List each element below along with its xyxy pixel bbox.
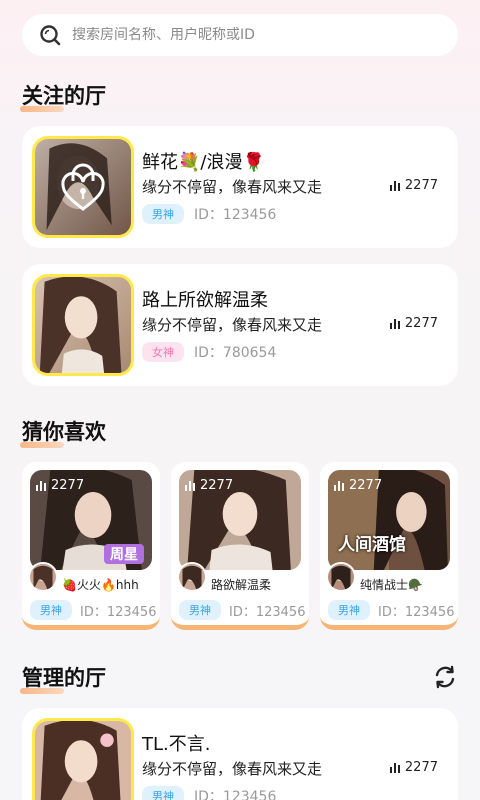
section-title-guess: 猜你喜欢 — [20, 416, 106, 448]
avatar — [326, 562, 356, 592]
room-id: ID：780654 — [194, 345, 277, 361]
room-card[interactable]: TL.不言. 缘分不停留，像春风来又走 男神 ID：123456 2277 — [22, 708, 458, 800]
room-cover — [32, 274, 134, 376]
heat-count: 2277 — [389, 178, 438, 193]
search-icon — [40, 25, 61, 46]
search-input[interactable] — [72, 27, 412, 43]
signal-bars-icon — [36, 480, 46, 491]
signal-bars-icon — [334, 480, 344, 491]
room-id: ID：123456 — [194, 789, 277, 800]
heat-count: 2277 — [389, 760, 438, 775]
recommend-card[interactable]: 2277 周星 🍓火火🔥hhh 男神 ID：123456 — [22, 462, 160, 630]
signal-bars-icon — [389, 318, 400, 329]
room-name: 路上所欲解温柔 — [142, 290, 268, 311]
cover-title: 人间酒馆 — [338, 535, 406, 555]
refresh-icon[interactable] — [432, 664, 458, 690]
room-meta: 男神 ID：123456 — [179, 600, 305, 620]
gender-tag: 女神 — [142, 342, 184, 362]
heat-count: 2277 — [389, 316, 438, 331]
room-id: ID：123456 — [378, 604, 455, 620]
signal-bars-icon — [389, 180, 400, 191]
heat-count: 2277 — [334, 478, 382, 493]
room-desc: 缘分不停留，像春风来又走 — [142, 178, 323, 196]
badge-overlay: 周星 — [104, 544, 144, 564]
section-title-followed: 关注的厅 — [20, 80, 106, 112]
room-name: TL.不言. — [142, 734, 211, 755]
heat-count: 2277 — [36, 478, 84, 493]
room-id: ID：123456 — [194, 207, 277, 223]
gender-tag: 男神 — [328, 600, 370, 620]
room-meta: 男神 ID：123456 — [30, 600, 156, 620]
recommend-cover: 2277 周星 — [30, 470, 152, 570]
avatar — [177, 562, 207, 592]
room-desc: 缘分不停留，像春风来又走 — [142, 316, 323, 334]
gender-tag: 男神 — [142, 204, 184, 224]
gender-tag: 男神 — [142, 786, 184, 800]
recommend-card[interactable]: 2277 人间酒馆 纯情战士🪖 男神 ID：123456 — [320, 462, 458, 630]
room-cover — [32, 718, 134, 800]
signal-bars-icon — [185, 480, 195, 491]
room-card[interactable]: 鲜花💐/浪漫🌹 缘分不停留，像春风来又走 男神 ID：123456 2277 — [22, 126, 458, 248]
gender-tag: 男神 — [179, 600, 221, 620]
room-meta: 男神 ID：123456 — [142, 786, 276, 800]
room-meta: 男神 ID：123456 — [328, 600, 454, 620]
signal-bars-icon — [389, 762, 400, 773]
owner-name: 纯情战士🪖 — [360, 578, 423, 592]
room-card[interactable]: 路上所欲解温柔 缘分不停留，像春风来又走 女神 ID：780654 2277 — [22, 264, 458, 386]
heat-count: 2277 — [185, 478, 233, 493]
lock-heart-icon — [61, 163, 105, 211]
room-id: ID：123456 — [229, 604, 306, 620]
search-bar[interactable] — [22, 14, 458, 56]
recommend-cover: 2277 人间酒馆 — [328, 470, 450, 570]
section-title-managed: 管理的厅 — [20, 662, 106, 694]
room-cover — [32, 136, 134, 238]
room-meta: 女神 ID：780654 — [142, 342, 276, 362]
owner-name: 🍓火火🔥hhh — [62, 578, 139, 592]
gender-tag: 男神 — [30, 600, 72, 620]
room-desc: 缘分不停留，像春风来又走 — [142, 760, 323, 778]
room-name: 鲜花💐/浪漫🌹 — [142, 152, 265, 173]
recommend-cover: 2277 — [179, 470, 301, 570]
room-meta: 男神 ID：123456 — [142, 204, 276, 224]
avatar — [28, 562, 58, 592]
owner-name: 路欲解温柔 — [211, 578, 272, 592]
recommend-card[interactable]: 2277 路欲解温柔 男神 ID：123456 — [171, 462, 309, 630]
room-id: ID：123456 — [80, 604, 157, 620]
